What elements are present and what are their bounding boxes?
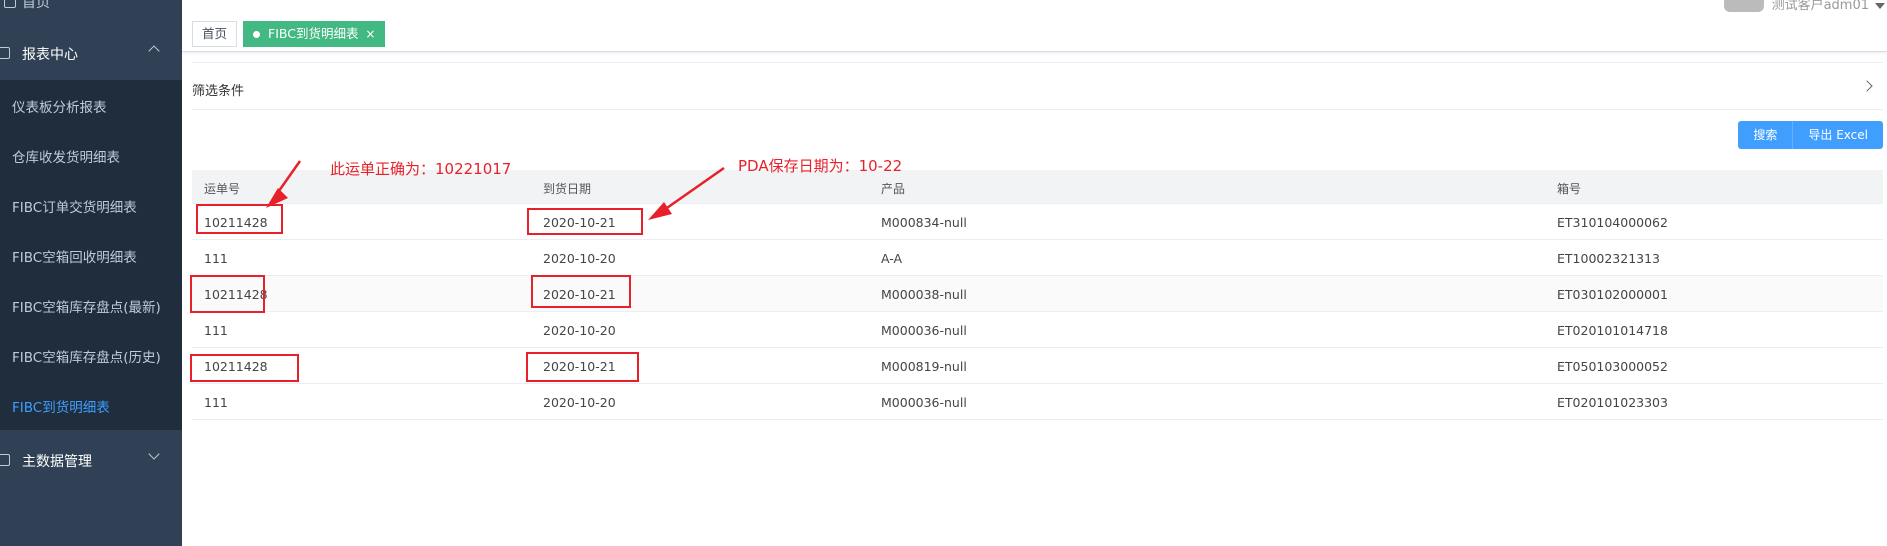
table-row[interactable]: 111 2020-10-20 A-A ET10002321313 (192, 240, 1883, 276)
cell-box-number: ET10002321313 (1557, 251, 1661, 266)
close-icon[interactable]: × (365, 22, 375, 46)
annotation-box-waybill-1 (196, 204, 283, 234)
sidebar-item-label: FIBC空箱库存盘点(最新) (12, 300, 161, 316)
filter-title: 筛选条件 (192, 84, 245, 99)
annotation-box-date-3 (526, 352, 639, 382)
cell-box-number: ET030102000001 (1557, 287, 1668, 302)
sidebar-group-label: 主数据管理 (22, 454, 92, 470)
sidebar-item-fibc-stock-latest[interactable]: FIBC空箱库存盘点(最新) (0, 280, 182, 330)
cell-waybill: 111 (204, 251, 228, 266)
tab-fibc-arrival-detail[interactable]: FIBC到货明细表 × (243, 21, 386, 47)
sidebar-item-warehouse-detail[interactable]: 仓库收发货明细表 (0, 130, 182, 180)
sidebar-submenu: 仪表板分析报表 仓库收发货明细表 FIBC订单交货明细表 FIBC空箱回收明细表… (0, 80, 182, 430)
tab-home[interactable]: 首页 (192, 21, 238, 47)
cell-product: M000819-null (881, 359, 967, 374)
sidebar-item-label: FIBC订单交货明细表 (12, 200, 137, 216)
annotation-waybill-note: 此运单正确为：10221017 (330, 160, 512, 178)
annotation-box-date-2 (531, 275, 631, 308)
user-menu[interactable]: 测试客户adm01 (1723, 0, 1885, 14)
chevron-right-icon[interactable] (1861, 80, 1873, 92)
arrival-detail-table: 运单号 到货日期 产品 箱号 10211428 2020-10-21 M0008… (192, 170, 1883, 420)
search-button[interactable]: 搜索 (1738, 121, 1794, 149)
sidebar-item-label: 仓库收发货明细表 (12, 150, 120, 166)
sidebar-item-label: 首页 (22, 0, 50, 11)
table-row[interactable]: 111 2020-10-20 M000036-null ET0201010147… (192, 312, 1883, 348)
cell-box-number: ET310104000062 (1557, 215, 1668, 230)
cell-box-number: ET050103000052 (1557, 359, 1668, 374)
sidebar-item-label: FIBC空箱回收明细表 (12, 250, 137, 266)
sidebar-item-home[interactable]: 首页 (0, 0, 182, 18)
cell-box-number: ET020101014718 (1557, 323, 1668, 338)
sidebar-item-label: FIBC到货明细表 (12, 400, 110, 416)
sidebar-group-label: 报表中心 (22, 47, 78, 63)
chevron-down-icon (148, 448, 160, 460)
cell-product: M000834-null (881, 215, 967, 230)
tab-label: FIBC到货明细表 (268, 26, 359, 41)
sidebar: 首页 报表中心 仪表板分析报表 仓库收发货明细表 FIBC订单交货明细表 FIB… (0, 0, 182, 546)
table-row[interactable]: 10211428 2020-10-21 M000834-null ET31010… (192, 204, 1883, 240)
user-name: 测试客户adm01 (1771, 0, 1869, 13)
cell-arrival-date: 2020-10-20 (543, 251, 616, 266)
sidebar-item-fibc-stock-history[interactable]: FIBC空箱库存盘点(历史) (0, 330, 182, 380)
home-icon (4, 0, 16, 8)
avatar (1723, 0, 1764, 12)
tags-view-bar: 测试客户adm01 首页 FIBC到货明细表 × (182, 0, 1887, 52)
cell-product: M000036-null (881, 323, 967, 338)
annotation-pda-note: PDA保存日期为：10-22 (738, 157, 903, 175)
cell-arrival-date: 2020-10-20 (543, 323, 616, 338)
cell-arrival-date: 2020-10-20 (543, 395, 616, 410)
filter-panel[interactable]: 筛选条件 (192, 62, 1883, 110)
cell-product: M000038-null (881, 287, 967, 302)
annotation-box-date-1 (527, 208, 643, 235)
toolbar: 搜索 导出 Excel (1738, 121, 1883, 149)
table-row[interactable]: 111 2020-10-20 M000036-null ET0201010233… (192, 384, 1883, 420)
chevron-up-icon (148, 45, 160, 57)
caret-down-icon (1875, 2, 1885, 9)
column-header-waybill[interactable]: 运单号 (204, 180, 240, 197)
cell-waybill: 111 (204, 323, 228, 338)
sidebar-group-report-center[interactable]: 报表中心 (0, 25, 182, 81)
cell-product: M000036-null (881, 395, 967, 410)
sidebar-item-dashboard-report[interactable]: 仪表板分析报表 (0, 80, 182, 130)
sidebar-item-label: FIBC空箱库存盘点(历史) (12, 350, 161, 366)
tab-label: 首页 (202, 26, 228, 41)
column-header-box-number[interactable]: 箱号 (1557, 180, 1581, 197)
cell-waybill: 111 (204, 395, 228, 410)
sidebar-item-fibc-arrival-detail[interactable]: FIBC到货明细表 (0, 380, 182, 430)
sidebar-item-label: 仪表板分析报表 (12, 100, 107, 116)
report-icon (0, 47, 10, 59)
sidebar-item-fibc-order-delivery[interactable]: FIBC订单交货明细表 (0, 180, 182, 230)
export-excel-button[interactable]: 导出 Excel (1793, 121, 1883, 149)
table-row[interactable]: 10211428 2020-10-21 M000819-null ET05010… (192, 348, 1883, 384)
sidebar-item-fibc-empty-recycle[interactable]: FIBC空箱回收明细表 (0, 230, 182, 280)
annotation-box-waybill-2 (190, 275, 265, 313)
table-row[interactable]: 10211428 2020-10-21 M000038-null ET03010… (192, 276, 1883, 312)
annotation-box-waybill-3 (190, 354, 299, 382)
column-header-product[interactable]: 产品 (881, 180, 905, 197)
column-header-arrival-date[interactable]: 到货日期 (543, 180, 591, 197)
cell-box-number: ET020101023303 (1557, 395, 1668, 410)
main-content: 测试客户adm01 首页 FIBC到货明细表 × 筛选条件 搜索 导出 Exce… (182, 0, 1887, 546)
database-icon (0, 454, 10, 466)
active-dot-icon (253, 31, 260, 38)
sidebar-group-master-data[interactable]: 主数据管理 (0, 432, 182, 488)
cell-product: A-A (881, 251, 903, 266)
